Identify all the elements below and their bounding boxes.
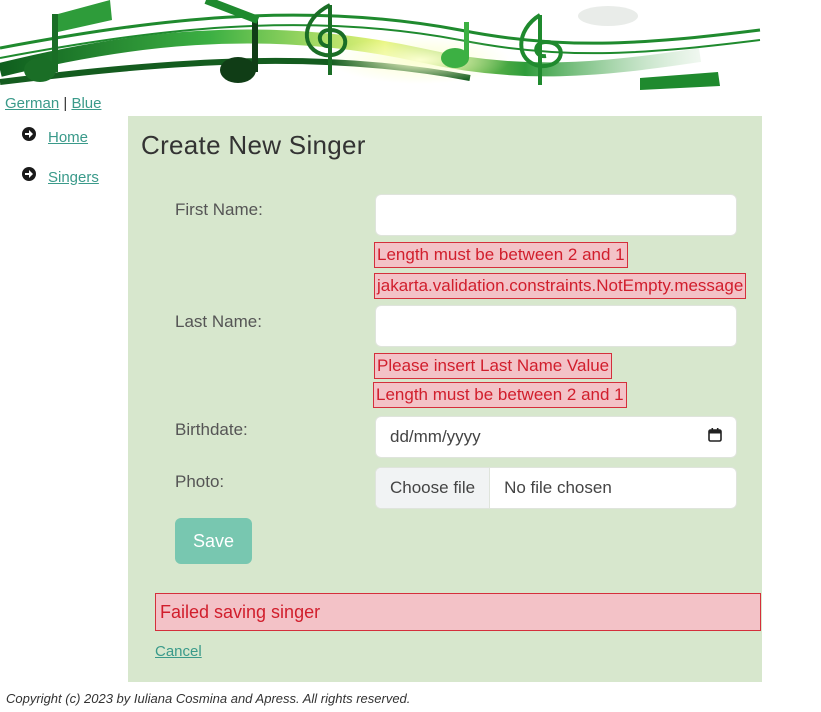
last-name-input[interactable] (375, 305, 737, 347)
save-button[interactable]: Save (175, 518, 252, 564)
last-name-label: Last Name: (175, 312, 262, 331)
sidebar-menu: Home Singers (22, 126, 99, 206)
last-name-error-length: Length must be between 2 and 1 (373, 382, 627, 408)
copyright-footer: Copyright (c) 2023 by Iuliana Cosmina an… (6, 691, 411, 706)
birthdate-placeholder: dd/mm/yyyy (390, 427, 481, 446)
first-name-label: First Name: (175, 200, 263, 219)
file-status-text: No file chosen (504, 478, 612, 497)
singers-link[interactable]: Singers (48, 169, 99, 186)
birthdate-input[interactable]: dd/mm/yyyy (375, 416, 737, 458)
save-failed-error: Failed saving singer (155, 593, 761, 631)
photo-label: Photo: (175, 472, 225, 491)
page-title: Create New Singer (141, 130, 366, 160)
arrow-circle-right-icon (22, 127, 36, 141)
german-locale-link[interactable]: German (5, 95, 59, 112)
music-notes-banner-image (0, 0, 821, 92)
link-separator: | (63, 95, 68, 112)
page: German | Blue Home Singers Create New Si… (0, 0, 821, 712)
first-name-error-length: Length must be between 2 and 1 (374, 242, 628, 268)
first-name-input[interactable] (375, 194, 737, 236)
calendar-icon[interactable] (708, 427, 722, 447)
first-name-error-notempty: jakarta.validation.constraints.NotEmpty.… (374, 273, 747, 299)
create-singer-panel: Create New Singer First Name: Length mus… (128, 116, 762, 682)
menu-item-home[interactable]: Home (22, 126, 99, 148)
choose-file-button[interactable]: Choose file (376, 468, 491, 508)
last-name-error-required: Please insert Last Name Value (374, 353, 613, 379)
music-banner (0, 0, 821, 92)
home-link[interactable]: Home (48, 129, 88, 146)
photo-file-input[interactable]: Choose file No file chosen (375, 467, 737, 509)
arrow-circle-right-icon (22, 167, 36, 181)
menu-item-singers[interactable]: Singers (22, 166, 99, 188)
birthdate-label: Birthdate: (175, 420, 248, 439)
locale-theme-links: German | Blue (5, 95, 101, 112)
blue-theme-link[interactable]: Blue (71, 95, 101, 112)
cancel-link[interactable]: Cancel (155, 643, 202, 660)
